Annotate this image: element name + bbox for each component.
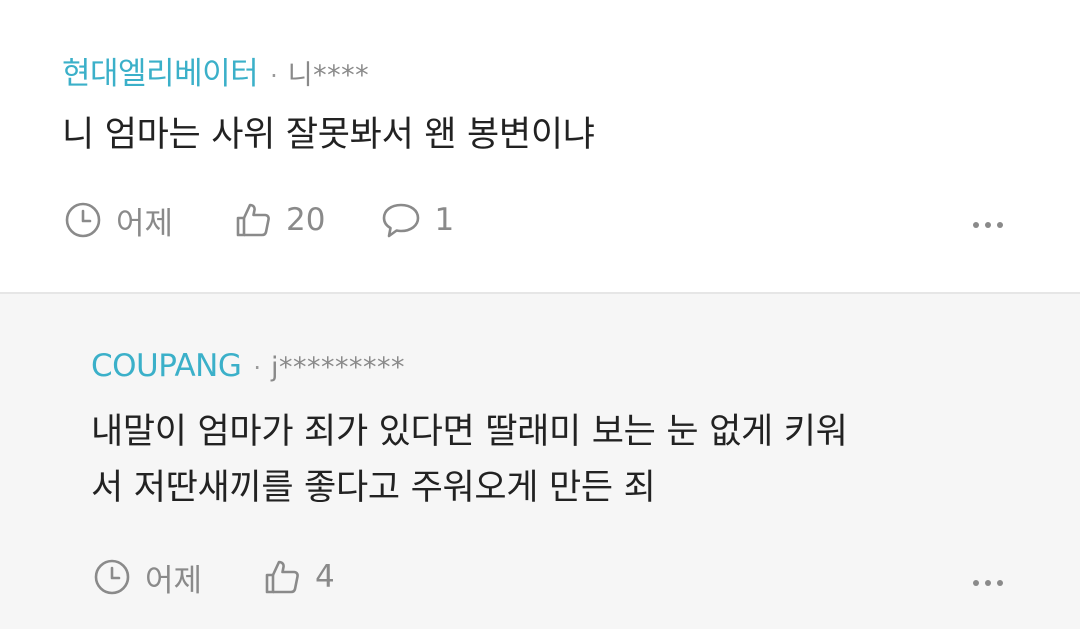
- comment-actions: 어제 20 1: [64, 198, 509, 242]
- meta-separator: ·: [270, 62, 278, 90]
- more-horizontal-icon: [973, 580, 1003, 586]
- comment-text-line: 내말이 엄마가 죄가 있다면 딸래미 보는 눈 없게 키워: [91, 412, 848, 452]
- time-label: 어제: [145, 562, 203, 599]
- thumbs-up-icon: [234, 201, 272, 239]
- comment-author[interactable]: 현대엘리베이터: [62, 48, 259, 93]
- comment-text-line: 서 저딴새끼를 좋다고 주워오게 만든 죄: [91, 468, 656, 508]
- comment-meta: 현대엘리베이터 · 니****: [62, 48, 369, 93]
- comment-username: 니****: [287, 60, 370, 91]
- comment-author[interactable]: COUPANG: [91, 348, 242, 384]
- reply-count: 1: [434, 202, 455, 238]
- comment-text: 내말이 엄마가 죄가 있다면 딸래미 보는 눈 없게 키워 서 저딴새끼를 좋다…: [91, 404, 848, 516]
- clock-icon: [93, 558, 131, 596]
- comment-time: 어제: [64, 198, 173, 243]
- comment-meta: COUPANG · j*********: [91, 348, 405, 384]
- comment-text-line: 니 엄마는 사위 잘못봐서 왠 봉변이냐: [62, 115, 595, 155]
- clock-icon: [64, 201, 102, 239]
- like-count: 20: [286, 202, 326, 238]
- comment-time: 어제: [93, 555, 202, 600]
- meta-separator: ·: [253, 354, 262, 382]
- thumbs-up-icon: [263, 558, 301, 596]
- comment-actions: 어제 4: [93, 555, 390, 599]
- comment-item: 현대엘리베이터 · 니**** 니 엄마는 사위 잘못봐서 왠 봉변이냐 어제 …: [0, 0, 1080, 292]
- reply-button[interactable]: 1: [381, 201, 455, 239]
- like-button[interactable]: 20: [234, 201, 326, 239]
- more-options-button[interactable]: [973, 222, 1003, 228]
- like-count: 4: [315, 559, 335, 595]
- like-button[interactable]: 4: [263, 558, 335, 596]
- comment-username: j*********: [271, 352, 406, 383]
- more-horizontal-icon: [973, 222, 1003, 228]
- comment-text: 니 엄마는 사위 잘못봐서 왠 봉변이냐: [62, 107, 595, 163]
- time-label: 어제: [116, 205, 174, 242]
- reply-item: COUPANG · j********* 내말이 엄마가 죄가 있다면 딸래미 …: [0, 294, 1080, 629]
- speech-bubble-icon: [381, 201, 421, 239]
- more-options-button[interactable]: [973, 580, 1003, 586]
